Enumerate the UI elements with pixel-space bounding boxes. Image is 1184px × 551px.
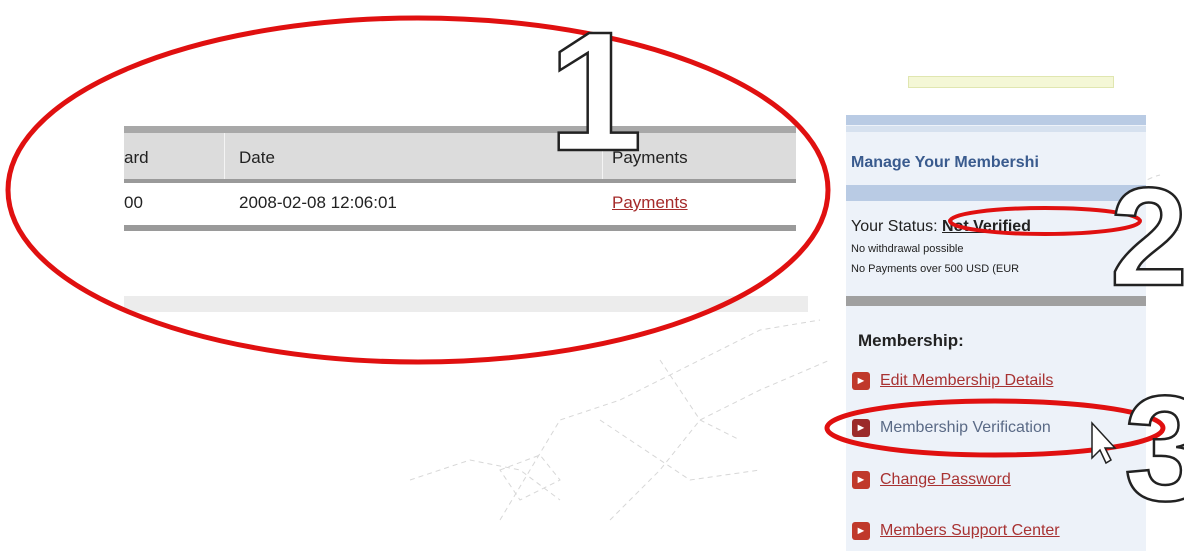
column-header-card: ard bbox=[124, 148, 149, 167]
column-header-payments: Payments bbox=[612, 148, 688, 167]
cell-id: 00 bbox=[124, 193, 143, 212]
menu-item-change-password[interactable]: ► Change Password bbox=[852, 467, 1011, 493]
column-separator bbox=[224, 133, 225, 180]
table-bottom-border bbox=[124, 225, 796, 231]
membership-sidebar: Manage Your Membershi Your Status: Not V… bbox=[846, 115, 1146, 551]
menu-item-members-support-center[interactable]: ► Members Support Center bbox=[852, 518, 1060, 544]
status-value: Not Verified bbox=[942, 218, 1031, 235]
menu-item-label: Membership Verification bbox=[880, 419, 1051, 436]
table-row: 00 2008-02-08 12:06:01 Payments bbox=[124, 183, 796, 225]
payments-link[interactable]: Payments bbox=[612, 193, 688, 213]
manage-membership-title: Manage Your Membershi bbox=[851, 154, 1039, 171]
column-header-date: Date bbox=[239, 148, 275, 167]
sidebar-band bbox=[846, 185, 1146, 201]
top-yellow-box bbox=[908, 76, 1114, 88]
menu-item-label: Members Support Center bbox=[880, 522, 1060, 539]
sidebar-divider bbox=[846, 296, 1146, 306]
payments-limit-note: No Payments over 500 USD (EUR bbox=[851, 263, 1020, 275]
content-divider-band bbox=[124, 296, 808, 312]
sidebar-band bbox=[846, 115, 1146, 125]
arrow-bullet-icon: ► bbox=[852, 419, 870, 437]
menu-item-membership-verification[interactable]: ► Membership Verification bbox=[852, 415, 1051, 441]
cell-date: 2008-02-08 12:06:01 bbox=[239, 193, 397, 212]
status-label: Your Status: bbox=[851, 218, 938, 235]
status-line: Your Status: Not Verified bbox=[851, 218, 1031, 236]
payments-table: ard Date Payments 00 2008-02-08 12:06:01… bbox=[124, 126, 796, 232]
arrow-bullet-icon: ► bbox=[852, 522, 870, 540]
column-separator bbox=[602, 133, 603, 180]
arrow-bullet-icon: ► bbox=[852, 471, 870, 489]
withdrawal-note: No withdrawal possible bbox=[851, 243, 964, 255]
menu-item-edit-membership-details[interactable]: ► Edit Membership Details bbox=[852, 368, 1053, 394]
membership-heading: Membership: bbox=[858, 331, 964, 350]
sidebar-band bbox=[846, 126, 1146, 132]
menu-item-label: Edit Membership Details bbox=[880, 372, 1054, 389]
arrow-bullet-icon: ► bbox=[852, 372, 870, 390]
menu-item-label: Change Password bbox=[880, 471, 1011, 488]
table-top-border bbox=[124, 126, 796, 133]
